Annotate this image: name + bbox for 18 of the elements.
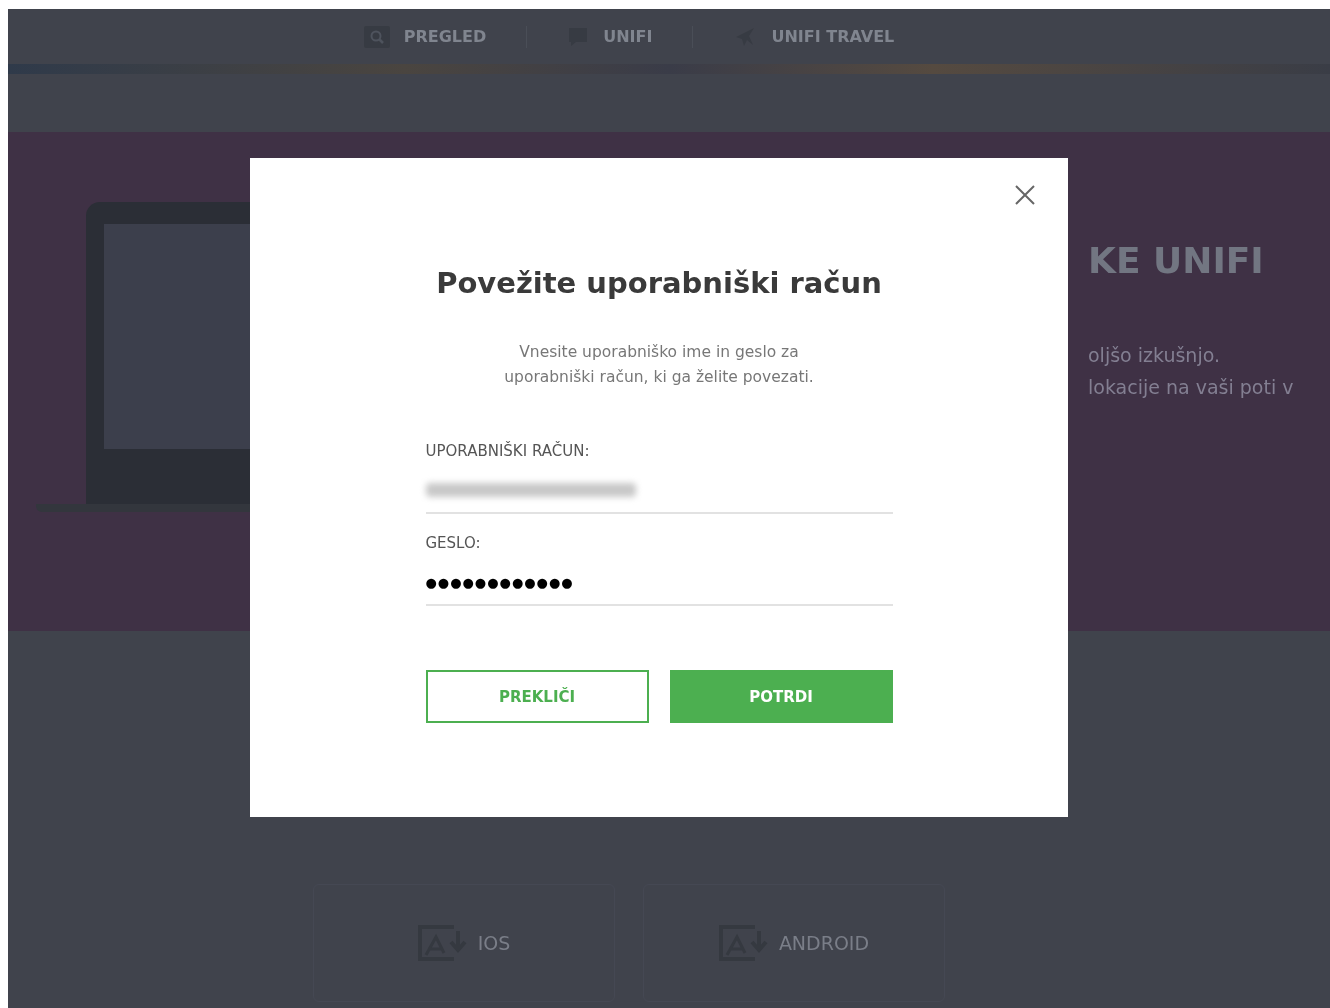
download-button[interactable]: ANDROID <box>643 884 945 1002</box>
password-field[interactable]: ●●●●●●●●●●●● <box>425 560 893 606</box>
download-button[interactable]: IOS <box>313 884 615 1002</box>
close-icon <box>1015 185 1035 205</box>
hero-text: oljšo izkušnjo. <box>1088 343 1221 368</box>
nav-link[interactable]: PREGLED <box>363 25 487 48</box>
field-label: UPORABNIŠKI RAČUN: <box>425 442 591 460</box>
hero-text: lokacije na vaši poti v <box>1088 375 1294 400</box>
nav-link[interactable]: UNIFI TRAVEL <box>733 24 895 49</box>
confirm-button[interactable]: POTRDI <box>669 670 893 723</box>
dialog-description: Vnesite uporabniško ime in geslo za uporabniški račun, ki ga želite povezati. <box>503 342 815 388</box>
cancel-button[interactable]: PREKLIČI <box>425 670 649 723</box>
field-label: GESLO: <box>425 534 482 552</box>
hero-heading: KE UNIFI <box>1088 240 1265 281</box>
search-icon <box>363 25 390 48</box>
nav-link[interactable]: UNIFI <box>567 25 653 48</box>
dialog-title: Povežite uporabniški račun <box>436 266 882 300</box>
close-button[interactable] <box>1015 185 1035 205</box>
